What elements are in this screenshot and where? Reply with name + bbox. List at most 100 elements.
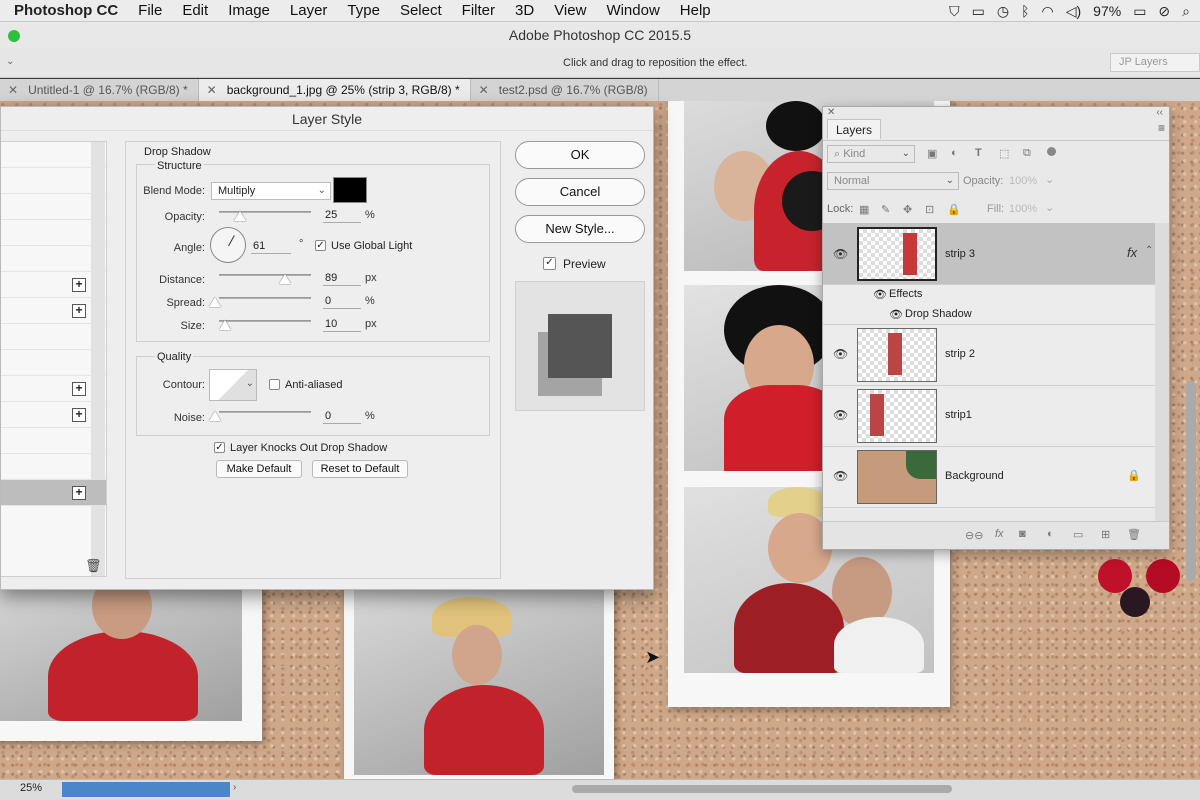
- type-filter-icon[interactable]: T: [975, 147, 982, 159]
- angle-field[interactable]: 61: [251, 238, 291, 254]
- close-icon[interactable]: ✕: [479, 83, 489, 97]
- use-global-light-checkbox[interactable]: ✓: [315, 240, 326, 251]
- new-group-icon[interactable]: ▭: [1073, 528, 1083, 541]
- adjustment-filter-icon[interactable]: ◐: [951, 147, 958, 159]
- layer-opacity-field[interactable]: 100%: [1009, 175, 1037, 187]
- noise-slider-thumb[interactable]: [209, 411, 221, 421]
- add-mask-icon[interactable]: ◙: [1019, 528, 1026, 540]
- angle-dial[interactable]: [210, 227, 246, 263]
- link-layers-icon[interactable]: ⊖⊖: [965, 529, 983, 542]
- lock-pixels-icon[interactable]: ✎: [881, 203, 890, 216]
- layer-name[interactable]: Background: [945, 470, 1004, 482]
- style-list-item[interactable]: [1, 220, 106, 246]
- menu-window[interactable]: Window: [606, 2, 659, 19]
- new-layer-icon[interactable]: ⊞: [1101, 528, 1110, 541]
- size-slider-thumb[interactable]: [219, 320, 231, 330]
- style-list-item-drop-shadow[interactable]: +: [1, 480, 106, 506]
- style-list-item[interactable]: [1, 454, 106, 480]
- style-list-item[interactable]: [1, 246, 106, 272]
- noise-field[interactable]: 0: [323, 408, 361, 424]
- spread-field[interactable]: 0: [323, 293, 361, 309]
- tab-background[interactable]: ✕ background_1.jpg @ 25% (strip 3, RGB/8)…: [198, 79, 471, 101]
- lock-all-icon[interactable]: 🔒: [947, 203, 961, 216]
- airplay-icon[interactable]: ▭: [972, 3, 985, 20]
- chevron-up-icon[interactable]: ⌃: [1145, 245, 1153, 256]
- anti-aliased-checkbox[interactable]: [269, 379, 280, 390]
- horizontal-scrollbar[interactable]: [572, 785, 952, 793]
- tab-test2[interactable]: ✕ test2.psd @ 16.7% (RGB/8): [471, 79, 659, 101]
- smart-object-filter-icon[interactable]: ⧉: [1023, 147, 1031, 160]
- bluetooth-icon[interactable]: ᛒ: [1021, 3, 1029, 19]
- visibility-eye-icon[interactable]: 👁: [833, 408, 848, 422]
- layer-row-background[interactable]: 👁 Background 🔒: [823, 447, 1155, 508]
- add-icon[interactable]: +: [72, 408, 86, 422]
- visibility-eye-icon[interactable]: 👁: [873, 288, 887, 301]
- close-icon[interactable]: ✕: [8, 83, 18, 97]
- menu-edit[interactable]: Edit: [182, 2, 208, 19]
- menu-type[interactable]: Type: [347, 2, 380, 19]
- menu-3d[interactable]: 3D: [515, 2, 534, 19]
- menu-layer[interactable]: Layer: [290, 2, 328, 19]
- panel-menu-icon[interactable]: ≡: [1158, 121, 1165, 135]
- style-list-item[interactable]: +: [1, 298, 106, 324]
- style-list-item[interactable]: +: [1, 272, 106, 298]
- layer-row-strip-3[interactable]: 👁 strip 3 fx ⌃: [823, 223, 1155, 285]
- tab-untitled[interactable]: ✕ Untitled-1 @ 16.7% (RGB/8) *: [0, 79, 199, 101]
- fx-icon[interactable]: fx: [1127, 245, 1137, 260]
- distance-field[interactable]: 89: [323, 270, 361, 286]
- knockout-checkbox[interactable]: ✓: [214, 442, 225, 453]
- tab-layers[interactable]: Layers: [827, 119, 882, 139]
- layer-blend-select[interactable]: Normal ⌄: [827, 172, 959, 190]
- time-machine-icon[interactable]: ◷: [997, 3, 1009, 20]
- menu-view[interactable]: View: [554, 2, 586, 19]
- volume-icon[interactable]: ◁): [1066, 3, 1081, 20]
- add-icon[interactable]: +: [72, 278, 86, 292]
- search-icon[interactable]: ⌕: [1182, 3, 1190, 20]
- shield-icon[interactable]: ⛉: [949, 3, 960, 20]
- opacity-field[interactable]: 25: [323, 207, 361, 223]
- style-list-item[interactable]: +: [1, 402, 106, 428]
- app-menu[interactable]: Photoshop CC: [14, 2, 118, 19]
- fill-field[interactable]: 100%: [1009, 203, 1037, 215]
- window-zoom-button[interactable]: [8, 30, 20, 42]
- spread-slider[interactable]: [219, 297, 311, 299]
- shadow-color-swatch[interactable]: [333, 177, 367, 203]
- lock-position-icon[interactable]: ✥: [903, 203, 912, 216]
- menu-select[interactable]: Select: [400, 2, 442, 19]
- style-list-item[interactable]: [1, 168, 106, 194]
- size-field[interactable]: 10: [323, 316, 361, 332]
- visibility-eye-icon[interactable]: 👁: [833, 469, 848, 483]
- vertical-scrollbar[interactable]: [1186, 381, 1196, 581]
- lock-icon[interactable]: 🔒: [1127, 469, 1141, 482]
- style-list-item[interactable]: [1, 350, 106, 376]
- layer-row-strip-2[interactable]: 👁 strip 2: [823, 325, 1155, 386]
- new-adjustment-icon[interactable]: ◐: [1047, 528, 1054, 540]
- add-fx-icon[interactable]: fx: [995, 528, 1004, 540]
- layer-row-strip1[interactable]: 👁 strip1: [823, 386, 1155, 447]
- close-icon[interactable]: ✕: [207, 83, 217, 97]
- cancel-button[interactable]: Cancel: [515, 178, 645, 206]
- visibility-eye-icon[interactable]: 👁: [833, 347, 848, 361]
- distance-slider[interactable]: [219, 274, 311, 276]
- reset-to-default-button[interactable]: Reset to Default: [312, 460, 408, 478]
- filter-toggle[interactable]: [1047, 147, 1056, 156]
- collapse-icon[interactable]: ‹‹: [1156, 107, 1163, 118]
- menu-image[interactable]: Image: [228, 2, 270, 19]
- opacity-slider[interactable]: [219, 211, 311, 213]
- chevron-right-icon[interactable]: ›: [233, 782, 236, 793]
- contour-picker[interactable]: ⌄: [209, 369, 257, 401]
- new-style-button[interactable]: New Style...: [515, 215, 645, 243]
- size-slider[interactable]: [219, 320, 311, 322]
- add-icon[interactable]: +: [72, 382, 86, 396]
- blend-mode-select[interactable]: Multiply ⌄: [211, 182, 331, 200]
- menu-filter[interactable]: Filter: [462, 2, 495, 19]
- drop-shadow-effect-row[interactable]: 👁 Drop Shadow: [823, 305, 1155, 325]
- menu-help[interactable]: Help: [680, 2, 711, 19]
- visibility-eye-icon[interactable]: 👁: [889, 308, 903, 321]
- style-list-item[interactable]: +: [1, 376, 106, 402]
- make-default-button[interactable]: Make Default: [216, 460, 302, 478]
- filter-kind-select[interactable]: ⌕ Kind ⌄: [827, 145, 915, 163]
- battery-icon[interactable]: ▭: [1133, 3, 1146, 20]
- pixel-filter-icon[interactable]: ▣: [927, 147, 937, 160]
- spread-slider-thumb[interactable]: [209, 297, 221, 307]
